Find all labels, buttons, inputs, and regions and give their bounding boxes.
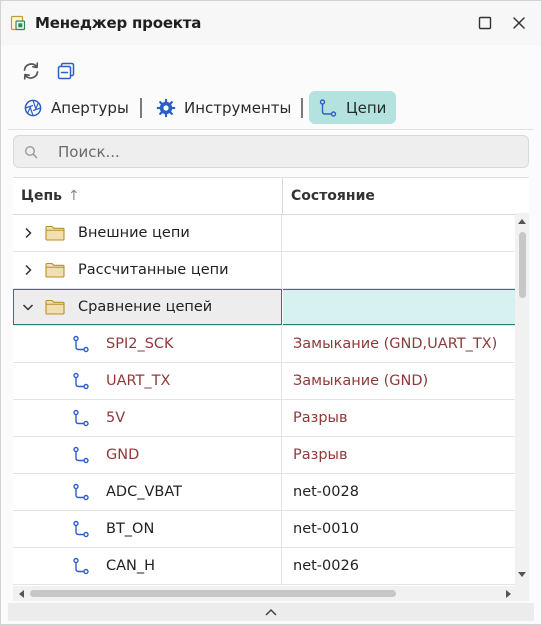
net-state: Разрыв — [293, 447, 348, 463]
nets-table: Цепь ↑ Состояние Внешние цепи Рассчитанны… — [13, 177, 529, 588]
refresh-button[interactable] — [18, 58, 44, 84]
toolbar — [1, 55, 541, 87]
net-icon — [73, 409, 89, 427]
tab-tools[interactable]: Инструменты — [149, 91, 295, 124]
scroll-up-arrow-icon[interactable] — [517, 216, 527, 226]
column-header-net[interactable]: Цепь ↑ — [21, 178, 80, 214]
net-row[interactable]: GND Разрыв — [13, 437, 515, 474]
search-box[interactable] — [13, 135, 529, 168]
net-icon — [73, 520, 89, 538]
chevron-right-icon[interactable] — [21, 226, 35, 240]
net-state: net-0010 — [293, 521, 359, 537]
window-title: Менеджер проекта — [35, 14, 202, 32]
horizontal-scrollbar[interactable] — [13, 586, 529, 601]
net-state: Замыкание (GND,UART_TX) — [293, 336, 498, 352]
divider — [8, 129, 534, 130]
close-button[interactable] — [509, 13, 529, 33]
net-icon — [318, 98, 338, 118]
group-row-external-nets[interactable]: Внешние цепи — [13, 215, 515, 252]
net-name: ADC_VBAT — [106, 484, 182, 500]
net-icon — [73, 372, 89, 390]
net-state: Разрыв — [293, 410, 348, 426]
maximize-icon — [478, 16, 492, 30]
net-row[interactable]: UART_TX Замыкание (GND) — [13, 363, 515, 400]
net-icon — [73, 335, 89, 353]
folder-icon — [45, 225, 65, 241]
tab-nets-label: Цепи — [346, 98, 387, 117]
app-icon — [10, 15, 26, 31]
folder-icon — [45, 299, 65, 315]
scroll-right-arrow-icon[interactable] — [504, 589, 514, 599]
search-input[interactable] — [58, 140, 518, 164]
tab-separator — [301, 98, 303, 118]
column-separator[interactable] — [282, 178, 283, 214]
folder-icon — [45, 262, 65, 278]
chevron-right-icon[interactable] — [21, 263, 35, 277]
net-row[interactable]: BT_ON net-0010 — [13, 511, 515, 548]
collapse-all-button[interactable] — [53, 58, 79, 84]
net-state: Замыкание (GND) — [293, 373, 429, 389]
maximize-button[interactable] — [475, 13, 495, 33]
refresh-icon — [23, 62, 39, 80]
net-row[interactable]: CAN_H net-0026 — [13, 548, 515, 585]
close-icon — [513, 17, 525, 29]
net-icon — [73, 446, 89, 464]
tab-separator — [140, 98, 142, 118]
column-header-state[interactable]: Состояние — [291, 178, 375, 214]
tab-tools-label: Инструменты — [184, 98, 292, 117]
scroll-down-arrow-icon[interactable] — [517, 570, 527, 580]
net-icon — [73, 483, 89, 501]
sort-ascending-icon: ↑ — [68, 188, 80, 204]
chevron-up-icon — [265, 608, 277, 616]
group-row-net-comparison[interactable]: Сравнение цепей — [13, 289, 515, 326]
vertical-scrollbar[interactable] — [515, 213, 529, 587]
chevron-down-icon[interactable] — [21, 300, 35, 314]
group-label: Рассчитанные цепи — [78, 262, 229, 278]
tab-apertures-label: Апертуры — [51, 98, 129, 117]
bottom-panel-expander[interactable] — [8, 603, 534, 621]
vertical-scroll-thumb[interactable] — [519, 232, 526, 298]
tab-apertures[interactable]: Апертуры — [15, 91, 139, 124]
net-name: GND — [106, 447, 140, 463]
project-manager-panel: Менеджер проекта Апертуры Инструменты Це… — [0, 0, 542, 625]
state-cell — [283, 289, 515, 325]
group-label: Внешние цепи — [78, 225, 190, 241]
scroll-left-arrow-icon[interactable] — [16, 589, 26, 599]
group-row-calculated-nets[interactable]: Рассчитанные цепи — [13, 252, 515, 289]
state-cell — [283, 252, 525, 288]
collapse-all-icon — [57, 62, 75, 80]
net-state: net-0028 — [293, 484, 359, 500]
net-row[interactable]: SPI2_SCK Замыкание (GND,UART_TX) — [13, 326, 515, 363]
net-state: net-0026 — [293, 558, 359, 574]
tab-bar: Апертуры Инструменты Цепи — [1, 90, 541, 126]
group-label: Сравнение цепей — [78, 299, 213, 315]
state-cell — [283, 215, 525, 251]
gear-icon — [156, 98, 176, 118]
table-header: Цепь ↑ Состояние — [13, 178, 515, 215]
net-name: CAN_H — [106, 558, 156, 574]
net-row[interactable]: 5V Разрыв — [13, 400, 515, 437]
aperture-icon — [23, 98, 43, 118]
title-bar: Менеджер проекта — [1, 1, 541, 45]
column-header-net-label: Цепь — [21, 188, 63, 204]
search-icon — [24, 145, 38, 159]
net-icon — [73, 557, 89, 575]
table-body: Внешние цепи Рассчитанные цепи Сравнение… — [13, 215, 515, 585]
tab-nets[interactable]: Цепи — [309, 91, 396, 124]
net-row[interactable]: ADC_VBAT net-0028 — [13, 474, 515, 511]
net-name: SPI2_SCK — [106, 336, 174, 352]
horizontal-scroll-thumb[interactable] — [30, 590, 396, 597]
net-name: 5V — [106, 410, 126, 426]
net-name: BT_ON — [106, 521, 155, 537]
net-name: UART_TX — [106, 373, 171, 389]
